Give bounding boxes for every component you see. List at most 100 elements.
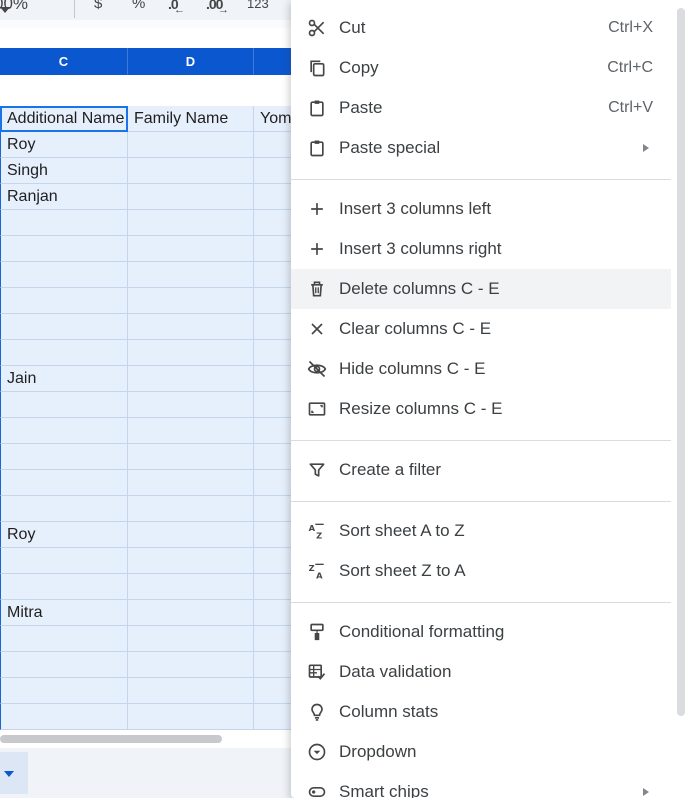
- grid-cell[interactable]: [128, 704, 254, 730]
- grid-cell[interactable]: [0, 470, 128, 496]
- column-header-c[interactable]: C: [0, 48, 128, 75]
- grid-cell[interactable]: Singh: [0, 158, 128, 184]
- menu-scrollbar[interactable]: [677, 8, 685, 716]
- grid-cell[interactable]: [254, 470, 294, 496]
- grid-cell[interactable]: [128, 314, 254, 340]
- grid-cell[interactable]: [254, 444, 294, 470]
- grid-cell[interactable]: [0, 340, 128, 366]
- grid-cell[interactable]: Yom: [254, 106, 294, 132]
- menu-item-column-stats[interactable]: Column stats: [291, 692, 671, 732]
- zoom-select[interactable]: 00%: [0, 0, 28, 14]
- grid-cell[interactable]: [0, 574, 128, 600]
- grid-cell[interactable]: [254, 288, 294, 314]
- menu-item-paste-special[interactable]: Paste special: [291, 128, 671, 168]
- grid-cell[interactable]: Additional Name: [0, 106, 128, 132]
- grid-cell[interactable]: [128, 236, 254, 262]
- grid-cell[interactable]: [254, 236, 294, 262]
- grid-cell[interactable]: [254, 678, 294, 704]
- grid-cell[interactable]: [254, 418, 294, 444]
- grid-cell[interactable]: [254, 574, 294, 600]
- grid-cell[interactable]: [0, 314, 128, 340]
- grid-cell[interactable]: [128, 288, 254, 314]
- menu-item-delete-columns-c-e[interactable]: Delete columns C - E: [291, 269, 671, 309]
- menu-item-copy[interactable]: Copy Ctrl+C: [291, 48, 671, 88]
- format-currency-button[interactable]: $: [94, 0, 102, 14]
- grid-cell[interactable]: [128, 470, 254, 496]
- grid-cell[interactable]: [128, 340, 254, 366]
- grid-cell[interactable]: [254, 262, 294, 288]
- grid-cell[interactable]: Mitra: [0, 600, 128, 626]
- menu-item-dropdown[interactable]: Dropdown: [291, 732, 671, 772]
- grid-cell[interactable]: [254, 652, 294, 678]
- grid-cell[interactable]: [128, 652, 254, 678]
- grid-cell[interactable]: [0, 704, 128, 730]
- grid-cell[interactable]: [128, 418, 254, 444]
- grid-cell[interactable]: [0, 496, 128, 522]
- grid-cell[interactable]: [128, 444, 254, 470]
- grid-cell[interactable]: [0, 678, 128, 704]
- grid-cell[interactable]: [254, 600, 294, 626]
- grid-cell[interactable]: [0, 548, 128, 574]
- grid-cell[interactable]: [128, 548, 254, 574]
- grid-cell[interactable]: [128, 522, 254, 548]
- grid-cell[interactable]: [128, 132, 254, 158]
- grid-cell[interactable]: [128, 600, 254, 626]
- grid-cell[interactable]: [254, 626, 294, 652]
- grid-cell[interactable]: [254, 184, 294, 210]
- decrease-decimal-button[interactable]: .0 ←: [168, 0, 185, 16]
- number-format-button[interactable]: 123: [247, 0, 269, 14]
- grid-cell[interactable]: [0, 626, 128, 652]
- grid-cell[interactable]: [254, 704, 294, 730]
- menu-item-data-validation[interactable]: Data validation: [291, 652, 671, 692]
- grid-cell[interactable]: [254, 210, 294, 236]
- menu-item-sort-sheet-z-to-a[interactable]: Z A Sort sheet Z to A: [291, 551, 671, 591]
- column-header-d[interactable]: D: [128, 48, 254, 75]
- grid-cell[interactable]: [128, 678, 254, 704]
- grid-cell[interactable]: [128, 496, 254, 522]
- grid-cell[interactable]: [0, 262, 128, 288]
- grid-cell[interactable]: [0, 444, 128, 470]
- menu-item-resize-columns-c-e[interactable]: Resize columns C - E: [291, 389, 671, 429]
- grid-cell[interactable]: [0, 392, 128, 418]
- grid-cell[interactable]: [128, 158, 254, 184]
- grid-cell[interactable]: [254, 132, 294, 158]
- grid-cell[interactable]: [254, 158, 294, 184]
- menu-item-conditional-formatting[interactable]: Conditional formatting: [291, 612, 671, 652]
- menu-item-cut[interactable]: Cut Ctrl+X: [291, 8, 671, 48]
- menu-item-insert-3-columns-right[interactable]: Insert 3 columns right: [291, 229, 671, 269]
- grid-cell[interactable]: [0, 652, 128, 678]
- grid-cell[interactable]: [128, 574, 254, 600]
- menu-item-create-a-filter[interactable]: Create a filter: [291, 450, 671, 490]
- format-percent-button[interactable]: %: [132, 0, 145, 14]
- grid-cell[interactable]: [254, 522, 294, 548]
- grid-cell[interactable]: Family Name: [128, 106, 254, 132]
- increase-decimal-button[interactable]: .00 →: [206, 0, 229, 16]
- grid-cell[interactable]: [0, 210, 128, 236]
- grid-cell[interactable]: Ranjan: [0, 184, 128, 210]
- grid-cell[interactable]: [254, 392, 294, 418]
- column-header-e[interactable]: [254, 48, 294, 75]
- menu-item-paste[interactable]: Paste Ctrl+V: [291, 88, 671, 128]
- menu-item-sort-sheet-a-to-z[interactable]: A Z Sort sheet A to Z: [291, 511, 671, 551]
- grid-cell[interactable]: [254, 314, 294, 340]
- grid-cell[interactable]: Jain: [0, 366, 128, 392]
- grid-cell[interactable]: [128, 210, 254, 236]
- grid-cell[interactable]: [128, 184, 254, 210]
- grid-cell[interactable]: [254, 548, 294, 574]
- menu-item-smart-chips[interactable]: Smart chips: [291, 772, 671, 798]
- grid-cell[interactable]: [0, 288, 128, 314]
- grid-cell[interactable]: [254, 340, 294, 366]
- grid-cell[interactable]: Roy: [0, 132, 128, 158]
- grid-cell[interactable]: [128, 262, 254, 288]
- horizontal-scrollbar[interactable]: [0, 735, 222, 743]
- grid-cell[interactable]: [128, 626, 254, 652]
- grid-cell[interactable]: [128, 392, 254, 418]
- grid-cell[interactable]: [128, 366, 254, 392]
- grid-cell[interactable]: [254, 366, 294, 392]
- grid-cell[interactable]: [0, 418, 128, 444]
- menu-item-hide-columns-c-e[interactable]: Hide columns C - E: [291, 349, 671, 389]
- sheet-menu-button[interactable]: [0, 752, 28, 794]
- grid-cell[interactable]: [254, 496, 294, 522]
- menu-item-insert-3-columns-left[interactable]: Insert 3 columns left: [291, 189, 671, 229]
- grid-cell[interactable]: [0, 236, 128, 262]
